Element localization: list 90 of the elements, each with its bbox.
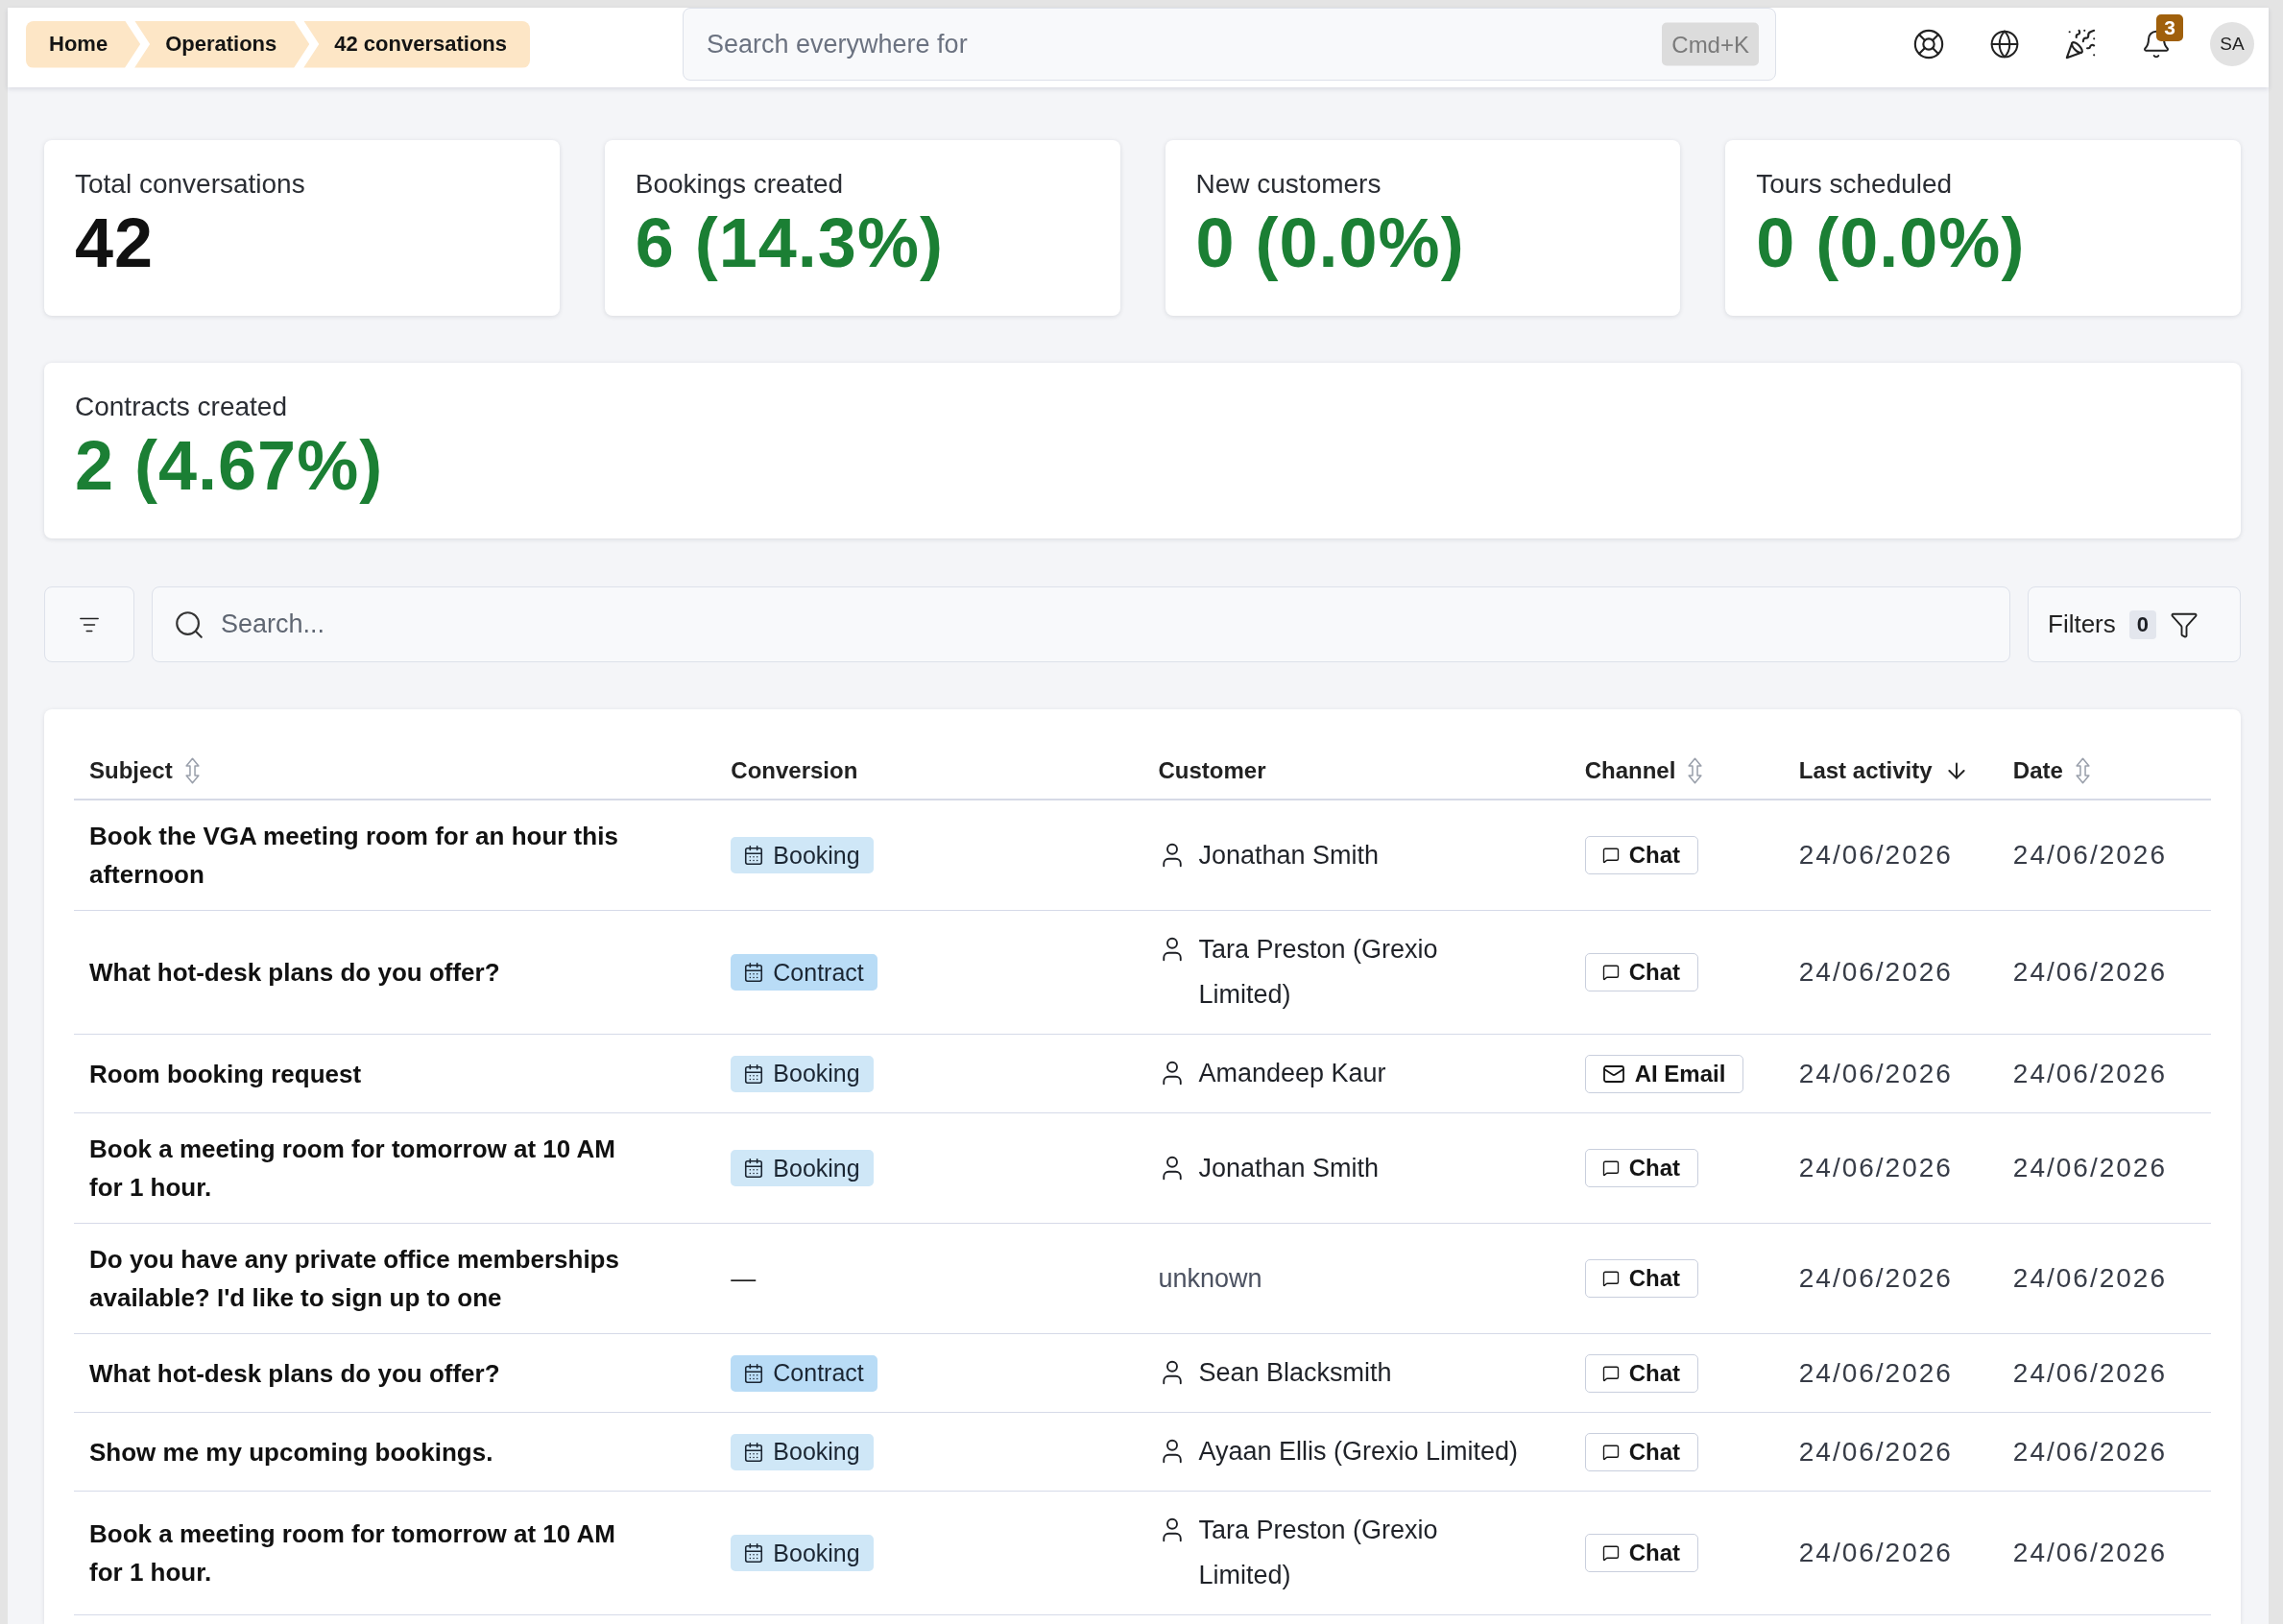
- customer-name: Ayaan Ellis (Grexio Limited): [1198, 1436, 1519, 1468]
- activity-date: 24/06/2026: [1798, 1538, 1953, 1567]
- filters-button[interactable]: Filters 0: [2028, 586, 2241, 662]
- channel-name: Chat: [1628, 1155, 1680, 1182]
- conversation-subject: Show me my upcoming bookings.: [89, 1436, 494, 1469]
- created-date: 24/06/2026: [2012, 957, 2167, 987]
- calendar-icon: [743, 1542, 765, 1564]
- search-field[interactable]: Search...: [152, 586, 2010, 662]
- conversion-type: Booking: [773, 1154, 860, 1182]
- calendar-icon: [743, 1158, 765, 1179]
- customer-name: Tara Preston (Grexio Limited): [1198, 1515, 1439, 1591]
- column-header[interactable]: Channel: [1584, 756, 1704, 784]
- conversion-type: Booking: [773, 841, 860, 870]
- conversation-subject: Do you have any private office memberships available? I'd like to sign up to one: [89, 1244, 620, 1314]
- stat-value: 0 (0.0%): [1756, 203, 2026, 283]
- customer-name: Sean Blacksmith: [1198, 1357, 1392, 1389]
- calendar-icon: [743, 962, 765, 983]
- party-popper-icon[interactable]: [2064, 28, 2097, 60]
- chat-icon: [1601, 964, 1620, 981]
- stat-value: 42: [75, 203, 155, 283]
- conversion-type: Booking: [773, 1539, 860, 1567]
- activity-date: 24/06/2026: [1798, 1263, 1953, 1293]
- activity-date: 24/06/2026: [1798, 957, 1953, 987]
- calendar-icon: [743, 1063, 765, 1085]
- breadcrumb-link[interactable]: Home: [26, 20, 141, 68]
- empty-value: —: [731, 1263, 757, 1293]
- channel-name: Chat: [1628, 1359, 1680, 1387]
- customer-name: unknown: [1158, 1262, 1262, 1295]
- created-date: 24/06/2026: [2012, 1538, 2167, 1567]
- channel-name: Chat: [1628, 842, 1680, 869]
- breadcrumb-link[interactable]: 42 conversations: [303, 20, 530, 68]
- stat-label: New customers: [1195, 168, 1382, 201]
- filter-count: 0: [2128, 609, 2157, 639]
- channel-name: Chat: [1628, 959, 1680, 986]
- chat-icon: [1601, 847, 1620, 864]
- activity-date: 24/06/2026: [1798, 1436, 1953, 1467]
- conversation-subject: Book a meeting room for tomorrow at 10 AM for 1 hour.: [89, 1134, 616, 1204]
- calendar-icon: [743, 1441, 765, 1463]
- channel-name: Chat: [1628, 1438, 1680, 1466]
- activity-date: 24/06/2026: [1798, 840, 1953, 870]
- channel-name: Chat: [1628, 1265, 1680, 1292]
- channel-name: Chat: [1628, 1540, 1680, 1566]
- chat-icon: [1601, 1443, 1620, 1461]
- chat-icon: [1601, 1364, 1620, 1382]
- created-date: 24/06/2026: [2012, 1436, 2167, 1467]
- stat-label: Contracts created: [75, 391, 287, 423]
- customer-name: Jonathan Smith: [1198, 839, 1380, 872]
- customer-name: Jonathan Smith: [1198, 1152, 1380, 1184]
- notification-count: 3: [2156, 14, 2183, 41]
- calendar-icon: [743, 845, 765, 866]
- created-date: 24/06/2026: [2012, 1263, 2167, 1293]
- chat-icon: [1601, 1544, 1620, 1562]
- customer-name: Tara Preston (Grexio Limited): [1198, 934, 1439, 1011]
- stat-value: 6 (14.3%): [635, 203, 944, 283]
- conversion-type: Contract: [773, 958, 864, 987]
- chat-icon: [1601, 1270, 1620, 1287]
- activity-date: 24/06/2026: [1798, 1153, 1953, 1182]
- calendar-icon: [743, 1362, 765, 1384]
- user-avatar[interactable]: SA: [2210, 22, 2254, 66]
- stat-value: 0 (0.0%): [1195, 203, 1465, 283]
- conversation-subject: Book the VGA meeting room for an hour this afternoon: [89, 821, 619, 891]
- conversion-type: Booking: [773, 1060, 860, 1087]
- shortcut-key: Cmd+K: [1662, 22, 1759, 66]
- stat-label: Bookings created: [635, 168, 844, 201]
- column-header[interactable]: Subject: [89, 756, 201, 784]
- lifebuoy-icon[interactable]: [1912, 28, 1945, 60]
- column-header[interactable]: Date: [2012, 756, 2091, 784]
- breadcrumb-link[interactable]: Operations: [134, 20, 310, 68]
- activity-date: 24/06/2026: [1798, 1357, 1953, 1388]
- chat-icon: [1601, 1159, 1620, 1177]
- created-date: 24/06/2026: [2012, 1357, 2167, 1388]
- conversation-subject: What hot-desk plans do you offer?: [89, 957, 501, 989]
- conversion-type: Booking: [773, 1438, 860, 1466]
- created-date: 24/06/2026: [2012, 840, 2167, 870]
- created-date: 24/06/2026: [2012, 1058, 2167, 1088]
- column-header: Conversion: [731, 756, 858, 783]
- column-header[interactable]: Last activity: [1798, 756, 1969, 784]
- created-date: 24/06/2026: [2012, 1153, 2167, 1182]
- activity-date: 24/06/2026: [1798, 1058, 1953, 1088]
- conversation-subject: What hot-desk plans do you offer?: [89, 1357, 501, 1390]
- customer-name: Amandeep Kaur: [1198, 1058, 1386, 1089]
- conversation-subject: Book a meeting room for tomorrow at 10 AM for 1 hour.: [89, 1518, 616, 1588]
- conversation-subject: Room booking request: [89, 1058, 363, 1090]
- stat-value: 2 (4.67%): [75, 426, 384, 506]
- column-header: Customer: [1158, 756, 1266, 783]
- stat-label: Tours scheduled: [1756, 168, 1953, 201]
- channel-name: AI Email: [1634, 1060, 1726, 1087]
- stat-label: Total conversations: [75, 168, 305, 201]
- globe-icon[interactable]: [1989, 29, 2020, 60]
- conversion-type: Contract: [773, 1359, 864, 1387]
